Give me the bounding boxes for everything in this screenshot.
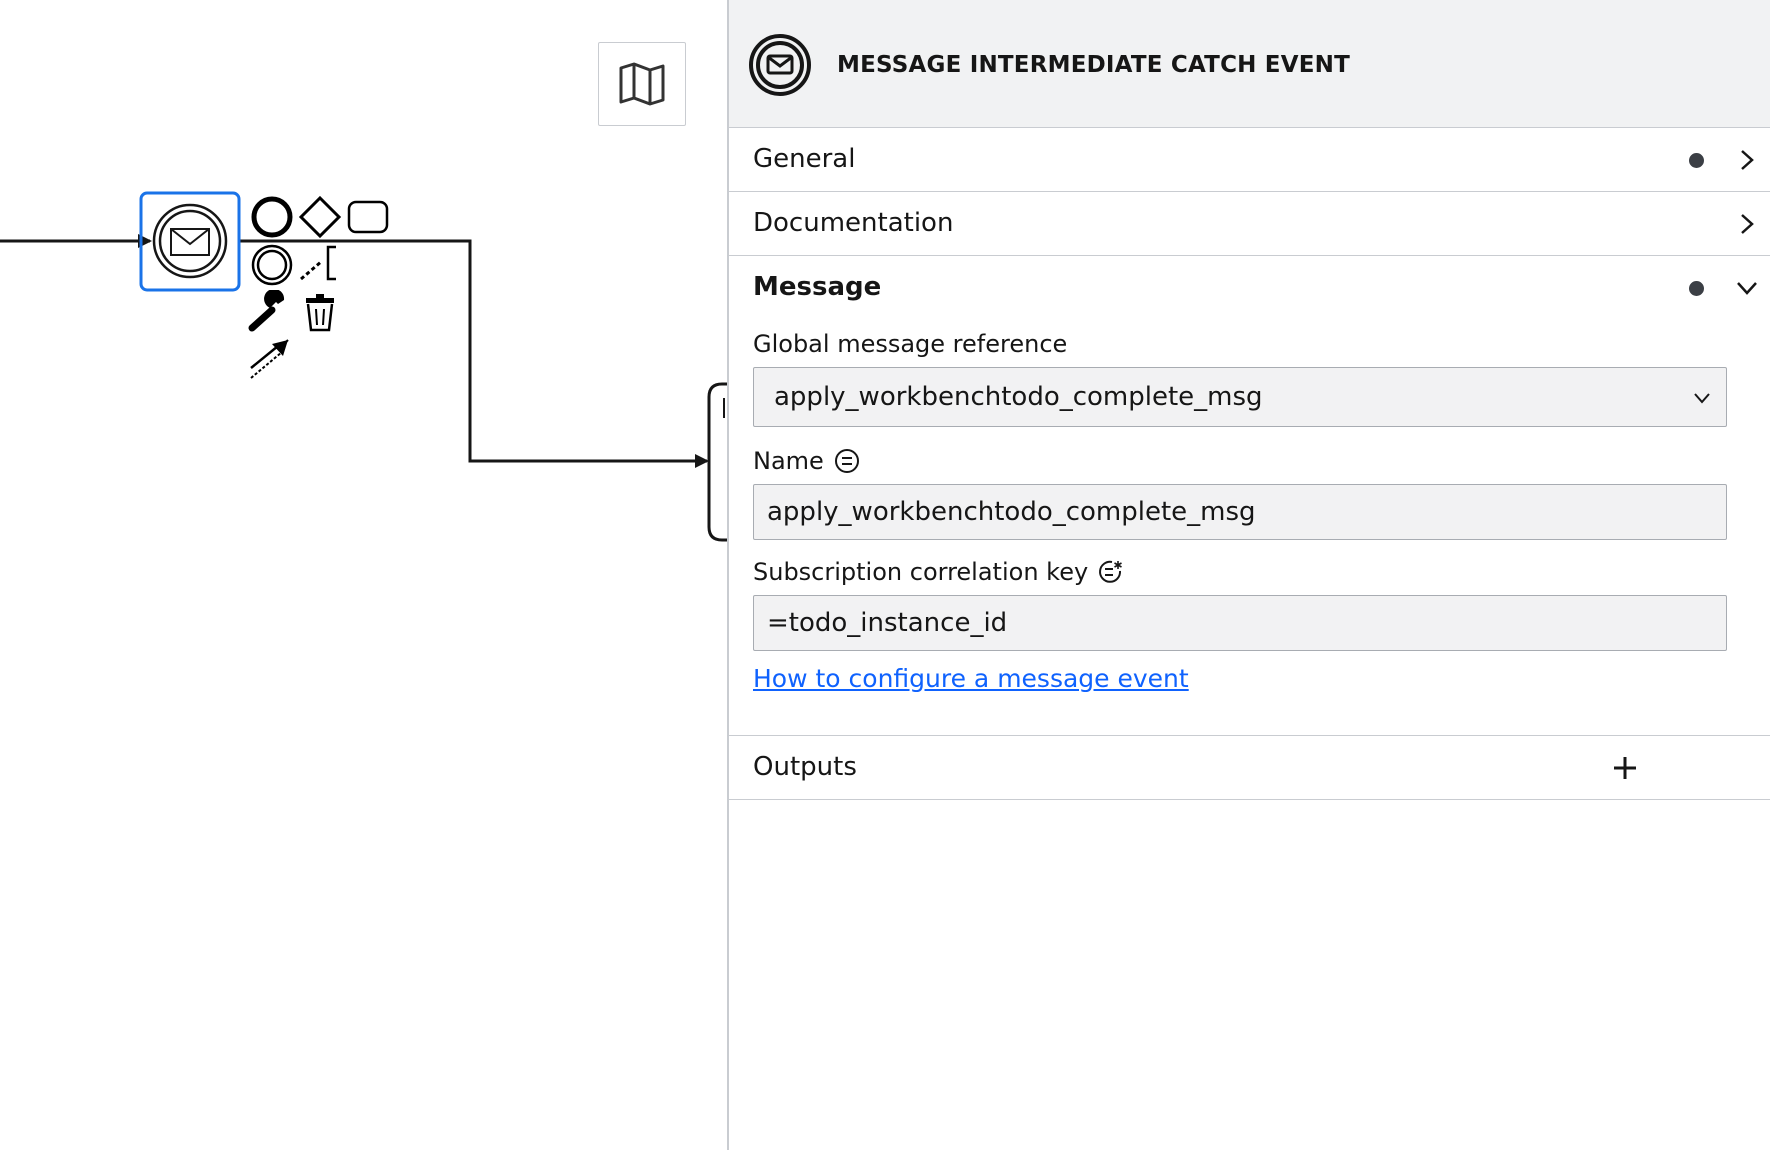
chevron-down-icon[interactable] xyxy=(1736,277,1758,299)
name-label: Name xyxy=(753,447,860,475)
feel-expression-icon[interactable] xyxy=(1098,559,1124,585)
element-type-title: MESSAGE INTERMEDIATE CATCH EVENT xyxy=(837,52,1350,78)
name-input-value: apply_workbenchtodo_complete_msg xyxy=(767,497,1256,527)
group-general-header[interactable]: General xyxy=(729,128,1770,192)
global-message-reference-label: Global message reference xyxy=(753,330,1067,358)
properties-panel: MESSAGE INTERMEDIATE CATCH EVENT General… xyxy=(727,0,1770,1150)
text-annotation-icon[interactable] xyxy=(298,243,342,287)
correlation-key-value: =todo_instance_id xyxy=(767,608,1008,638)
message-catch-event-icon xyxy=(749,34,811,96)
group-general-label: General xyxy=(753,144,856,174)
correlation-key-label: Subscription correlation key xyxy=(753,558,1124,586)
group-documentation-header[interactable]: Documentation xyxy=(729,192,1770,256)
data-marker-dot xyxy=(1689,281,1704,296)
correlation-key-input[interactable]: =todo_instance_id xyxy=(753,595,1727,651)
chevron-right-icon[interactable] xyxy=(1736,213,1758,235)
correlation-key-label-text: Subscription correlation key xyxy=(753,558,1089,586)
static-value-icon[interactable] xyxy=(834,448,860,474)
global-message-reference-select[interactable]: apply_workbenchtodo_complete_msg xyxy=(753,367,1727,427)
task-icon[interactable] xyxy=(346,195,390,239)
minimap-toggle-button[interactable] xyxy=(598,42,686,126)
group-outputs-label: Outputs xyxy=(753,752,857,782)
connect-arrow-icon[interactable] xyxy=(248,338,292,382)
intermediate-event-icon[interactable] xyxy=(250,243,294,287)
map-icon xyxy=(619,62,665,106)
name-label-text: Name xyxy=(753,447,824,475)
chevron-right-icon[interactable] xyxy=(1736,149,1758,171)
group-outputs-header[interactable]: Outputs xyxy=(729,736,1770,800)
diagram-svg[interactable] xyxy=(0,0,727,1150)
gateway-icon[interactable] xyxy=(298,195,342,239)
add-output-plus-icon[interactable] xyxy=(1612,755,1638,781)
change-type-wrench-icon[interactable] xyxy=(248,290,292,334)
chevron-down-icon xyxy=(1694,393,1710,404)
group-message-label: Message xyxy=(753,272,882,302)
data-marker-dot xyxy=(1689,153,1704,168)
name-input[interactable]: apply_workbenchtodo_complete_msg xyxy=(753,484,1727,540)
message-intermediate-catch-event[interactable] xyxy=(152,203,228,279)
group-documentation-label: Documentation xyxy=(753,208,954,238)
global-message-reference-text: Global message reference xyxy=(753,330,1068,358)
bpmn-canvas[interactable] xyxy=(0,0,727,1150)
delete-trash-icon[interactable] xyxy=(298,290,342,334)
panel-header: MESSAGE INTERMEDIATE CATCH EVENT xyxy=(729,0,1770,128)
end-event-icon[interactable] xyxy=(250,195,294,239)
group-message-header[interactable]: Message xyxy=(729,256,1770,320)
global-message-reference-value: apply_workbenchtodo_complete_msg xyxy=(774,382,1263,412)
message-event-help-link[interactable]: How to configure a message event xyxy=(753,664,1189,693)
